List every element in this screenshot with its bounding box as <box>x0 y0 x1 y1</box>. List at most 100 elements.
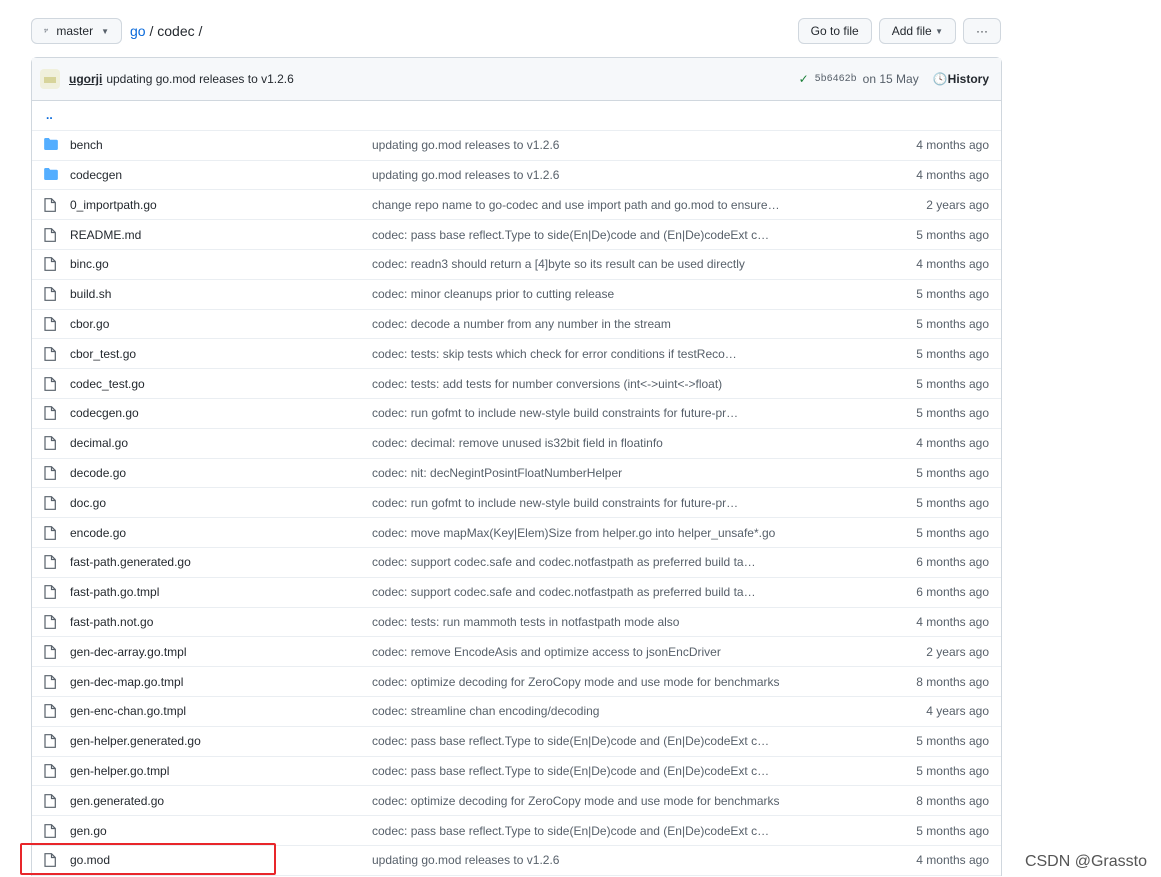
file-row[interactable]: gen-dec-array.go.tmpl codec: remove Enco… <box>32 637 1001 668</box>
file-name-link[interactable]: cbor.go <box>70 317 372 331</box>
commit-message-link[interactable]: codec: support codec.safe and codec.notf… <box>372 555 916 569</box>
commit-message-link[interactable]: change repo name to go-codec and use imp… <box>372 198 926 212</box>
file-name-link[interactable]: gen-helper.go.tmpl <box>70 764 372 778</box>
commit-message-link[interactable]: updating go.mod releases to v1.2.6 <box>372 853 916 867</box>
file-name-link[interactable]: codecgen <box>70 168 372 182</box>
highlight-box <box>20 843 276 875</box>
commit-age: 4 months ago <box>916 257 989 272</box>
commit-message-link[interactable]: codec: nit: decNegintPosintFloatNumberHe… <box>372 466 916 480</box>
breadcrumb-root-link[interactable]: go <box>130 23 146 39</box>
file-name-link[interactable]: binc.go <box>70 257 372 271</box>
file-row[interactable]: gen.go codec: pass base reflect.Type to … <box>32 816 1001 846</box>
commit-message-link[interactable]: codec: tests: run mammoth tests in notfa… <box>372 615 916 629</box>
file-name-link[interactable]: encode.go <box>70 526 372 540</box>
commit-sha-link[interactable]: 5b6462b <box>815 74 857 85</box>
commit-message-link[interactable]: updating go.mod releases to v1.2.6 <box>372 138 916 152</box>
file-name-link[interactable]: README.md <box>70 228 372 242</box>
file-row[interactable]: cbor.go codec: decode a number from any … <box>32 310 1001 340</box>
commit-message-link[interactable]: codec: streamline chan encoding/decoding <box>372 704 926 718</box>
file-name-link[interactable]: doc.go <box>70 496 372 510</box>
file-row[interactable]: encode.go codec: move mapMax(Key|Elem)Si… <box>32 518 1001 548</box>
file-row[interactable]: build.sh codec: minor cleanups prior to … <box>32 280 1001 310</box>
file-name-link[interactable]: cbor_test.go <box>70 347 372 361</box>
commit-age: 2 years ago <box>926 197 989 212</box>
go-to-file-button[interactable]: Go to file <box>797 18 872 44</box>
commit-message-link[interactable]: codec: remove EncodeAsis and optimize ac… <box>372 645 926 659</box>
file-icon <box>44 674 58 689</box>
commit-message-link[interactable]: codec: tests: add tests for number conve… <box>372 377 916 391</box>
history-link[interactable]: 🕓History <box>933 72 989 86</box>
parent-directory-link[interactable]: .. <box>32 101 1001 131</box>
commit-author-link[interactable]: ugorji <box>69 72 102 86</box>
commit-message-link[interactable]: codec: minor cleanups prior to cutting r… <box>372 287 916 301</box>
file-row[interactable]: fast-path.generated.go codec: support co… <box>32 548 1001 578</box>
commit-message-link[interactable]: codec: pass base reflect.Type to side(En… <box>372 764 916 778</box>
file-icon <box>44 346 58 361</box>
file-name-link[interactable]: build.sh <box>70 287 372 301</box>
commit-message-link[interactable]: codec: readn3 should return a [4]byte so… <box>372 257 916 271</box>
commit-message-link[interactable]: codec: decimal: remove unused is32bit fi… <box>372 436 916 450</box>
commit-message-link[interactable]: codec: pass base reflect.Type to side(En… <box>372 228 916 242</box>
file-row[interactable]: cbor_test.go codec: tests: skip tests wh… <box>32 339 1001 370</box>
file-name-link[interactable]: 0_importpath.go <box>70 198 372 212</box>
commit-age: 5 months ago <box>916 227 989 242</box>
file-name-link[interactable]: fast-path.generated.go <box>70 555 372 569</box>
file-name-link[interactable]: decode.go <box>70 466 372 480</box>
file-name-link[interactable]: bench <box>70 138 372 152</box>
file-name-link[interactable]: gen-enc-chan.go.tmpl <box>70 704 372 718</box>
file-icon <box>44 197 58 212</box>
commit-message-link[interactable]: codec: run gofmt to include new-style bu… <box>372 406 916 420</box>
file-row[interactable]: 0_importpath.go change repo name to go-c… <box>32 190 1001 221</box>
commit-age: 8 months ago <box>916 674 989 689</box>
file-name-link[interactable]: fast-path.not.go <box>70 615 372 629</box>
file-name-link[interactable]: codec_test.go <box>70 377 372 391</box>
branch-select-button[interactable]: master ▼ <box>31 18 122 44</box>
commit-message-link[interactable]: codec: pass base reflect.Type to side(En… <box>372 734 916 748</box>
commit-message-link[interactable]: updating go.mod releases to v1.2.6 <box>372 168 916 182</box>
file-row[interactable]: gen-helper.go.tmpl codec: pass base refl… <box>32 757 1001 787</box>
file-row[interactable]: codecgen updating go.mod releases to v1.… <box>32 161 1001 191</box>
more-options-button[interactable]: ··· <box>963 18 1001 44</box>
add-file-button[interactable]: Add file ▼ <box>878 18 956 44</box>
file-row[interactable]: gen-helper.generated.go codec: pass base… <box>32 727 1001 757</box>
file-row[interactable]: bench updating go.mod releases to v1.2.6… <box>32 131 1001 161</box>
file-row[interactable]: decimal.go codec: decimal: remove unused… <box>32 429 1001 459</box>
file-name-link[interactable]: gen-dec-array.go.tmpl <box>70 645 372 659</box>
commit-message-link[interactable]: codec: optimize decoding for ZeroCopy mo… <box>372 675 916 689</box>
file-icon <box>44 734 58 749</box>
commit-message-link[interactable]: codec: decode a number from any number i… <box>372 317 916 331</box>
commit-age: 5 months ago <box>916 495 989 510</box>
file-row[interactable]: doc.go codec: run gofmt to include new-s… <box>32 488 1001 519</box>
commit-message-link[interactable]: codec: pass base reflect.Type to side(En… <box>372 824 916 838</box>
file-row[interactable]: gen-dec-map.go.tmpl codec: optimize deco… <box>32 667 1001 697</box>
file-name-link[interactable]: gen.generated.go <box>70 794 372 808</box>
file-name-link[interactable]: decimal.go <box>70 436 372 450</box>
file-name-link[interactable]: codecgen.go <box>70 406 372 420</box>
file-row[interactable]: decode.go codec: nit: decNegintPosintFlo… <box>32 459 1001 489</box>
commit-age: 5 months ago <box>916 823 989 838</box>
commit-age: 4 months ago <box>916 138 989 153</box>
file-row[interactable]: fast-path.go.tmpl codec: support codec.s… <box>32 578 1001 608</box>
file-row[interactable]: binc.go codec: readn3 should return a [4… <box>32 250 1001 280</box>
commit-message-link[interactable]: codec: tests: skip tests which check for… <box>372 347 916 361</box>
file-name-link[interactable]: gen-dec-map.go.tmpl <box>70 675 372 689</box>
file-row[interactable]: gen-enc-chan.go.tmpl codec: streamline c… <box>32 697 1001 727</box>
avatar[interactable] <box>40 69 60 89</box>
file-name-link[interactable]: fast-path.go.tmpl <box>70 585 372 599</box>
file-row[interactable]: fast-path.not.go codec: tests: run mammo… <box>32 608 1001 638</box>
file-name-link[interactable]: gen.go <box>70 824 372 838</box>
commit-age: 5 months ago <box>916 406 989 421</box>
commit-message[interactable]: updating go.mod releases to v1.2.6 <box>106 72 293 86</box>
commit-message-link[interactable]: codec: support codec.safe and codec.notf… <box>372 585 916 599</box>
file-row[interactable]: codecgen.go codec: run gofmt to include … <box>32 399 1001 429</box>
file-row[interactable]: codec_test.go codec: tests: add tests fo… <box>32 369 1001 399</box>
file-icon <box>44 793 58 808</box>
file-icon <box>44 436 58 451</box>
file-name-link[interactable]: gen-helper.generated.go <box>70 734 372 748</box>
commit-message-link[interactable]: codec: run gofmt to include new-style bu… <box>372 496 916 510</box>
commit-message-link[interactable]: codec: optimize decoding for ZeroCopy mo… <box>372 794 916 808</box>
commit-message-link[interactable]: codec: move mapMax(Key|Elem)Size from he… <box>372 526 916 540</box>
file-row[interactable]: gen.generated.go codec: optimize decodin… <box>32 786 1001 817</box>
file-row[interactable]: README.md codec: pass base reflect.Type … <box>32 220 1001 250</box>
breadcrumb-separator: / <box>198 23 203 39</box>
